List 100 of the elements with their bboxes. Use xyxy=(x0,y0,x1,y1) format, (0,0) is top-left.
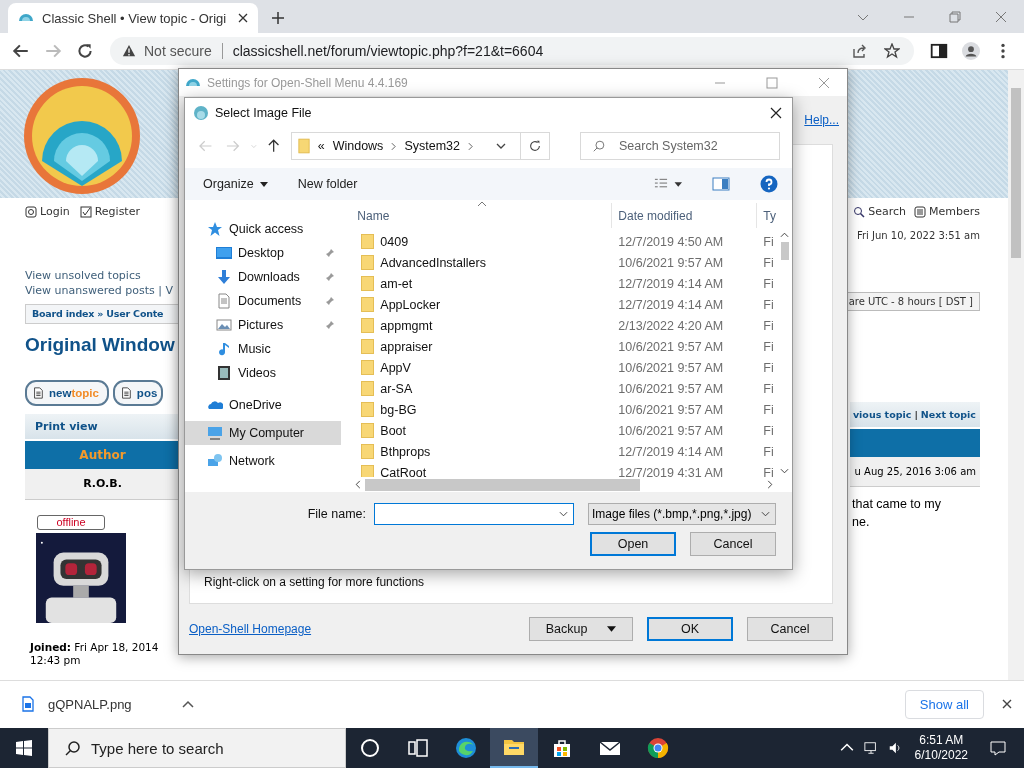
pin-icon[interactable] xyxy=(325,320,335,330)
forum-button[interactable]: newtopic xyxy=(25,379,109,406)
speaker-icon[interactable] xyxy=(887,741,902,755)
sidebar-item[interactable]: Quick access xyxy=(185,217,342,241)
sidebar-item[interactable]: OneDrive xyxy=(185,393,342,417)
scrollbar[interactable] xyxy=(1008,69,1024,680)
dialog-button[interactable]: Cancel xyxy=(747,617,833,641)
scroll-thumb[interactable] xyxy=(780,242,789,260)
sidebar-item[interactable]: Desktop xyxy=(185,241,342,265)
column-header[interactable]: Name xyxy=(351,203,613,228)
column-header[interactable]: Date modified xyxy=(612,203,758,228)
pin-icon[interactable] xyxy=(325,248,335,258)
file-name[interactable]: Boot xyxy=(380,423,407,438)
sidebar-item[interactable]: Pictures xyxy=(185,313,342,337)
close-icon[interactable] xyxy=(770,107,782,119)
show-all-button[interactable]: Show all xyxy=(904,689,984,719)
folder-icon xyxy=(361,402,375,417)
sidebar-item[interactable]: Network xyxy=(185,449,342,473)
path-segment[interactable]: Windows xyxy=(332,139,384,153)
login-link[interactable]: Login xyxy=(25,205,70,219)
search-field[interactable]: Search System32 xyxy=(580,132,780,160)
sidebar-item[interactable]: Music xyxy=(185,337,342,361)
reload-icon[interactable] xyxy=(76,42,94,61)
next-topic-link[interactable]: Next topic xyxy=(920,408,976,420)
help-icon[interactable] xyxy=(760,175,778,193)
address-bar[interactable]: Not secure classicshell.net/forum/viewtopic.php?f=21&t=6604 xyxy=(110,37,914,66)
file-name[interactable]: appmgmt xyxy=(380,318,433,333)
file-name[interactable]: 0409 xyxy=(380,234,409,249)
sidebar-item[interactable]: Downloads xyxy=(185,265,342,289)
file-name[interactable]: AdvancedInstallers xyxy=(380,255,486,270)
network-icon[interactable] xyxy=(863,741,878,755)
forum-link[interactable]: View unsolved topics xyxy=(25,267,173,283)
members-link[interactable]: Members xyxy=(914,205,980,219)
file-type-dropdown[interactable]: Image files (*.bmp,*.png,*.jpg) xyxy=(588,503,776,525)
film-icon xyxy=(216,365,232,381)
file-name[interactable]: AppV xyxy=(380,360,411,375)
file-name[interactable]: bg-BG xyxy=(380,402,417,417)
file-name[interactable]: appraiser xyxy=(380,339,433,354)
browser-tab[interactable]: Classic Shell • View topic - Origi xyxy=(8,3,258,34)
file-name[interactable]: Bthprops xyxy=(380,444,431,459)
shell-icon xyxy=(193,105,209,121)
split-button[interactable]: Backup xyxy=(529,617,633,641)
type-cell-text: Fi xyxy=(762,255,775,270)
scroll-right-icon[interactable] xyxy=(767,480,773,490)
file-name[interactable]: CatRoot xyxy=(380,465,427,478)
sidebar-item[interactable]: My Computer xyxy=(185,421,342,445)
register-link[interactable]: Register xyxy=(79,205,140,219)
scroll-up-icon[interactable] xyxy=(780,232,789,238)
chevron-down-icon[interactable] xyxy=(496,143,506,149)
path-segment[interactable]: « xyxy=(317,139,325,153)
pin-icon[interactable] xyxy=(325,272,335,282)
file-name[interactable]: AppLocker xyxy=(380,297,441,312)
forum-link[interactable]: View unanswered posts | V xyxy=(25,282,173,298)
close-icon[interactable] xyxy=(1002,699,1012,710)
scroll-left-icon[interactable] xyxy=(355,480,362,490)
new-tab-icon[interactable] xyxy=(272,12,284,25)
sidebar-item[interactable]: Documents xyxy=(185,289,342,313)
date-cell-text: 10/6/2021 9:57 AM xyxy=(617,402,725,417)
close-icon[interactable] xyxy=(238,13,248,24)
file-name-field[interactable] xyxy=(374,503,574,525)
star-icon[interactable] xyxy=(884,43,900,60)
dialog-button[interactable]: OK xyxy=(647,617,733,641)
column-header[interactable]: Ty xyxy=(757,203,776,228)
file-name[interactable]: am-et xyxy=(380,276,413,291)
sidebar-item[interactable]: Videos xyxy=(185,361,342,385)
dialog-button[interactable]: Cancel xyxy=(690,532,776,556)
file-name[interactable]: ar-SA xyxy=(380,381,413,396)
print-view-link[interactable]: Print view xyxy=(35,419,98,433)
caret-icon[interactable] xyxy=(182,700,194,709)
path-bar[interactable]: « Windows System32 xyxy=(290,132,550,160)
scroll-down-icon[interactable] xyxy=(780,468,789,474)
taskbar-search-field[interactable]: Type here to search xyxy=(48,728,346,768)
pin-icon[interactable] xyxy=(325,296,335,306)
sidebar-icon[interactable] xyxy=(930,42,948,61)
path-segment[interactable]: System32 xyxy=(404,139,460,153)
clock[interactable]: 6:51 AM 6/10/2022 xyxy=(914,733,968,763)
chevron-right-icon[interactable] xyxy=(467,141,473,151)
dialog-button[interactable]: Open xyxy=(590,532,676,556)
clock-date: 6/10/2022 xyxy=(914,748,968,763)
forum-button[interactable]: pos xyxy=(112,379,164,406)
windows-icon[interactable] xyxy=(16,740,32,756)
breadcrumb[interactable]: Board index » User Conte xyxy=(32,308,164,320)
up-icon[interactable] xyxy=(266,138,282,154)
refresh-icon[interactable] xyxy=(528,139,542,153)
organize-menu[interactable]: Organize xyxy=(203,177,268,191)
download-file-name[interactable]: gQPNALP.png xyxy=(48,696,168,712)
explorer-icon[interactable] xyxy=(490,728,538,768)
chevron-right-icon[interactable] xyxy=(391,141,397,151)
new-folder-button[interactable]: New folder xyxy=(297,177,358,191)
search-link[interactable]: Search xyxy=(853,205,906,219)
preview-pane-icon[interactable] xyxy=(712,177,730,191)
type-cell-text: Fi xyxy=(762,360,775,375)
help-link[interactable]: Help... xyxy=(804,113,839,127)
profile-icon[interactable] xyxy=(962,42,980,61)
share-icon[interactable] xyxy=(852,43,868,60)
scroll-thumb[interactable] xyxy=(365,478,641,491)
notification-icon[interactable] xyxy=(990,740,1006,756)
homepage-link[interactable]: Open-Shell Homepage xyxy=(189,622,312,636)
previous-topic-link[interactable]: vious topic xyxy=(852,408,912,420)
chevron-down-icon[interactable] xyxy=(559,511,568,517)
